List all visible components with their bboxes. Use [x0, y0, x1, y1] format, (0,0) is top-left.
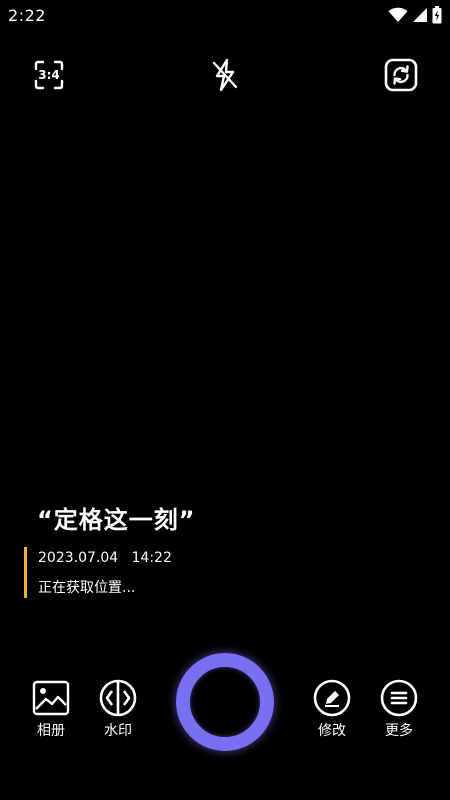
- watermark-icon: [98, 678, 138, 718]
- more-label: 更多: [385, 723, 413, 739]
- album-button[interactable]: 相册: [21, 678, 81, 744]
- shutter-button[interactable]: [176, 653, 274, 751]
- watermark-datetime: 2023.07.04 14:22: [38, 550, 172, 566]
- aspect-ratio-label: 3:4: [38, 68, 60, 82]
- watermark-accent-bar: [24, 547, 27, 598]
- flash-toggle-button[interactable]: [207, 57, 243, 93]
- watermark-button[interactable]: 水印: [88, 678, 148, 744]
- edit-button[interactable]: 修改: [302, 678, 362, 744]
- signal-icon: [412, 7, 428, 23]
- menu-icon: [379, 678, 419, 718]
- wifi-icon: [388, 7, 408, 23]
- flash-off-icon: [212, 58, 238, 92]
- status-icons: [388, 5, 442, 25]
- shutter-ring: [176, 653, 274, 751]
- album-label: 相册: [37, 723, 65, 739]
- edit-icon: [312, 678, 352, 718]
- battery-charging-icon: [432, 6, 442, 24]
- switch-camera-button[interactable]: [383, 57, 419, 93]
- switch-camera-icon: [384, 58, 418, 92]
- aspect-ratio-button[interactable]: 3:4: [31, 57, 67, 93]
- more-button[interactable]: 更多: [369, 678, 429, 744]
- watermark-slogan: “定格这一刻”: [37, 506, 196, 534]
- watermark-location: 正在获取位置...: [38, 580, 136, 596]
- status-bar: 2:22: [0, 0, 450, 32]
- status-time: 2:22: [8, 6, 46, 25]
- watermark-label: 水印: [104, 723, 132, 739]
- edit-label: 修改: [318, 723, 346, 739]
- gallery-icon: [31, 678, 71, 718]
